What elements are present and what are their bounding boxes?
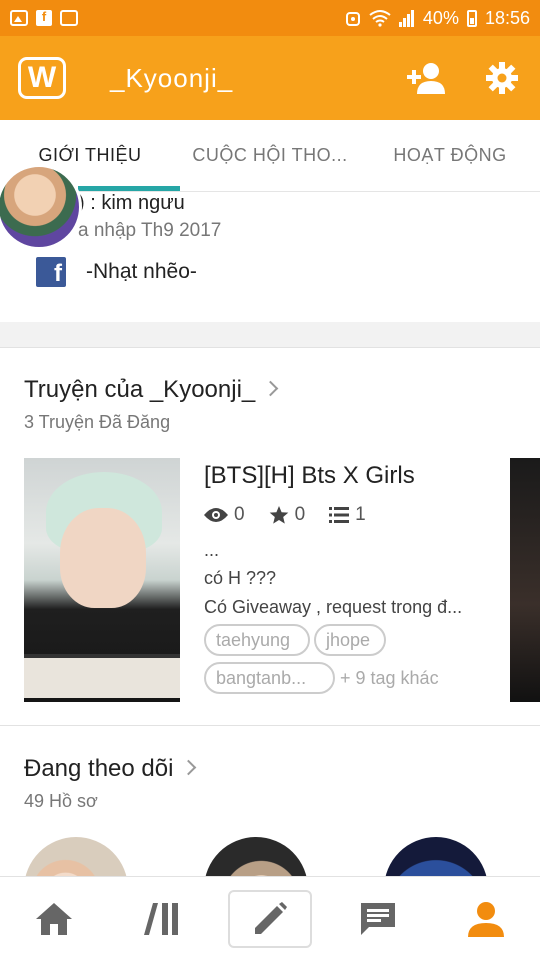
battery-icon [466,9,477,27]
app-bar: W _Kyoonji_ [0,36,540,120]
about-joined: a nhập Th9 2017 [78,220,222,241]
votes-count: 0 [294,504,306,525]
bottom-navigation [0,876,540,960]
stories-section: Truyện của _Kyoonji_ 3 Truyện Đã Đăng [B… [0,348,540,726]
next-story-cover[interactable] [510,458,540,702]
screen: f 40% 18:56 W _Kyoonji_ GIỚI THIỆU CUỘC … [0,0,540,960]
tag-chip[interactable]: bangtanb... [204,662,335,694]
settings-button[interactable] [482,58,522,98]
profile-icon [467,901,505,937]
views-icon [204,507,228,523]
alarm-icon [345,9,361,27]
following-count: 49 Hồ sơ [24,791,98,811]
story-description-line: ... [204,540,220,560]
battery-percent: 40% [422,7,459,28]
nav-home-button[interactable] [12,890,96,948]
list-icon [329,506,350,524]
profile-username: _Kyoonji_ [110,62,234,93]
tag-chip[interactable]: jhope [314,624,386,656]
more-tags-link[interactable]: + 9 tag khác [340,668,439,689]
status-notifications: f [10,10,78,26]
facebook-icon: f [36,257,66,287]
status-system: 40% 18:56 [345,8,530,29]
avatar[interactable] [0,164,82,250]
active-tab-indicator [78,186,180,191]
parts-count: 1 [355,504,366,525]
story-cover[interactable] [24,458,180,702]
cover-art-tray [24,654,180,698]
sync-icon [60,10,78,26]
tab-activity[interactable]: HOẠT ĐỘNG [360,120,540,191]
library-icon [144,902,180,936]
following-title: Đang theo dõi [24,755,174,782]
settings-icon [486,62,518,94]
signal-icon [398,9,415,27]
facebook-profile-link[interactable]: -Nhạt nhẽo- [86,260,197,284]
views-count: 0 [234,504,245,525]
stories-header[interactable]: Truyện của _Kyoonji_ [24,376,279,404]
nav-write-button[interactable] [228,889,312,948]
image-icon [10,10,28,26]
clock: 18:56 [484,7,530,28]
story-title[interactable]: [BTS][H] Bts X Girls [204,462,415,490]
nav-messages-button[interactable] [336,890,420,948]
profile-tabs: GIỚI THIỆU CUỘC HỘI THO... HOẠT ĐỘNG [0,120,540,192]
nav-profile-button[interactable] [444,890,528,948]
story-stats: 0 0 1 [204,504,366,526]
add-friend-button[interactable] [407,58,449,98]
tab-conversations[interactable]: CUỘC HỘI THO... [180,120,360,191]
write-icon [253,901,287,936]
about-zodiac: ) : kim ngưu [78,192,185,214]
story-description-line: có H ??? [204,568,277,588]
story-description-line: Có Giveaway , request trong đ... [204,597,463,617]
messages-icon [359,901,397,937]
nav-library-button[interactable] [120,890,204,948]
chevron-right-icon [262,380,279,397]
facebook-icon: f [36,10,52,26]
wifi-icon [369,9,391,27]
add-friend-icon [407,62,449,94]
cover-art-face [60,508,146,608]
tag-chip[interactable]: taehyung [204,624,310,656]
status-bar: f 40% 18:56 [0,0,540,36]
chevron-right-icon [181,759,197,776]
stories-title: Truyện của _Kyoonji_ [24,376,256,403]
home-icon [35,902,73,936]
following-header[interactable]: Đang theo dõi [24,755,197,783]
stories-count: 3 Truyện Đã Đăng [24,412,171,432]
section-divider [0,322,540,348]
wattpad-logo[interactable]: W [18,57,66,99]
star-icon [269,505,289,525]
following-section: Đang theo dõi 49 Hồ sơ [0,727,540,941]
